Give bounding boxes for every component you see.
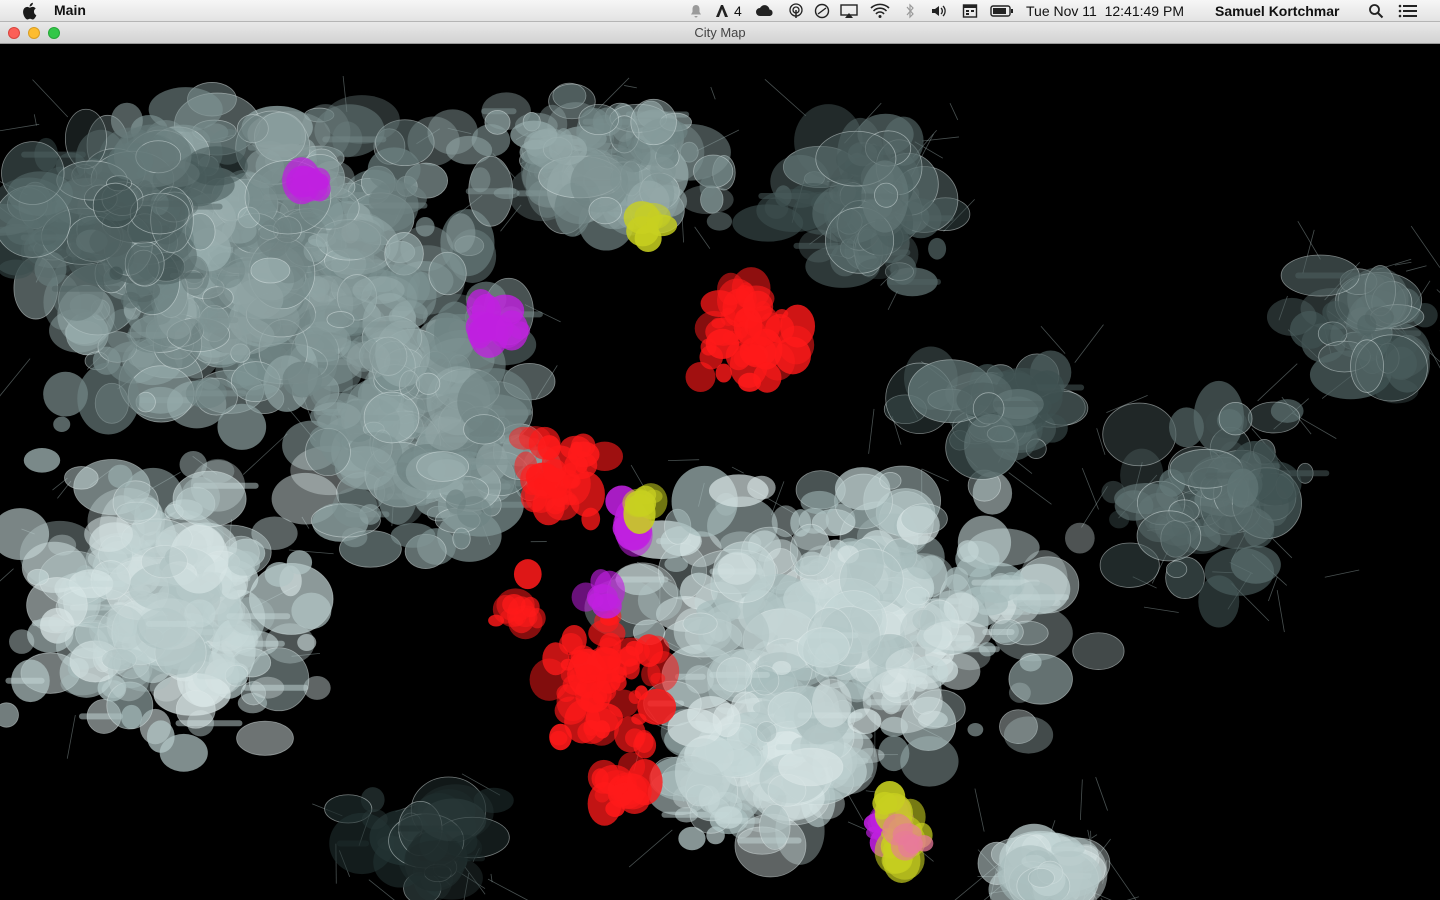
notification-center-icon[interactable] xyxy=(1398,0,1418,22)
cloud-sync-icon[interactable] xyxy=(755,0,775,22)
volume-icon[interactable] xyxy=(930,0,948,22)
menubar-clock[interactable]: Tue Nov 11 12:41:49 PM xyxy=(1026,0,1184,22)
spotlight-search-icon[interactable] xyxy=(1368,0,1384,22)
menu-bar: Main 4 Tue Nov 11 12:41:49 PM Samuel Kor… xyxy=(0,0,1440,22)
city-map-visualization xyxy=(0,75,1440,900)
notification-badge: 4 xyxy=(734,3,742,19)
wifi-icon[interactable] xyxy=(870,0,890,22)
app-menu-main[interactable]: Main xyxy=(54,2,86,18)
airdrop-icon[interactable] xyxy=(788,0,804,22)
bluetooth-icon[interactable] xyxy=(904,0,916,22)
battery-icon[interactable] xyxy=(990,0,1014,22)
adobe-creative-cloud-icon[interactable]: 4 xyxy=(714,0,742,22)
time-machine-icon[interactable] xyxy=(814,0,830,22)
notification-bell-icon[interactable] xyxy=(688,0,704,22)
window-title: City Map xyxy=(694,25,746,40)
user-name: Samuel Kortchmar xyxy=(1215,3,1340,19)
city-map-canvas[interactable] xyxy=(0,44,1440,900)
datetime-text: Tue Nov 11 12:41:49 PM xyxy=(1026,3,1184,19)
apple-menu-icon[interactable] xyxy=(21,2,37,20)
user-menu[interactable]: Samuel Kortchmar xyxy=(1215,0,1339,22)
airplay-icon[interactable] xyxy=(840,0,858,22)
calendar-icon[interactable] xyxy=(962,0,978,22)
window-titlebar: City Map xyxy=(0,22,1440,44)
